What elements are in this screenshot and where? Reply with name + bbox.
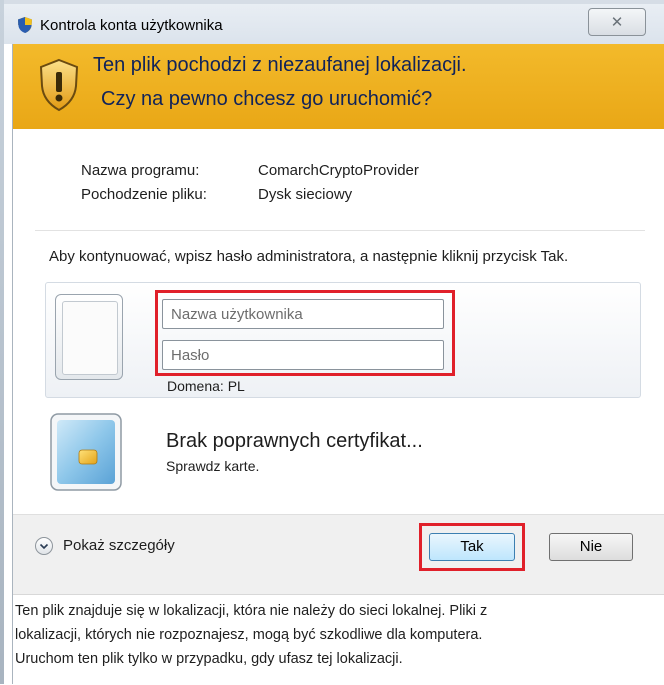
file-origin-value: Dysk sieciowy	[258, 186, 353, 203]
banner-question: Czy na pewno chcesz go uruchomić?	[101, 88, 433, 110]
note-line-3: Uruchom ten plik tylko w przypadku, gdy …	[15, 651, 403, 667]
banner-heading: Ten plik pochodzi z niezaufanej lokaliza…	[93, 54, 467, 76]
chevron-down-icon[interactable]	[35, 537, 53, 555]
instruction-text: Aby kontynuować, wpisz hasło administrat…	[49, 248, 569, 265]
program-name-value: ComarchCryptoProvider	[258, 162, 419, 179]
no-button[interactable]: Nie	[549, 533, 633, 561]
dialog-body: Ten plik pochodzi z niezaufanej lokaliza…	[12, 44, 664, 685]
highlight-credentials	[155, 290, 455, 376]
show-details-link[interactable]: Pokaż szczegóły	[63, 537, 175, 554]
domain-label: Domena: PL	[167, 378, 245, 394]
highlight-yes-button	[419, 523, 525, 571]
uac-shield-icon	[16, 16, 34, 34]
window-frame-left	[0, 0, 4, 684]
file-origin-label: Pochodzenie pliku:	[81, 186, 207, 203]
button-bar: Pokaż szczegóły Tak Nie	[13, 514, 664, 595]
close-button[interactable]: ✕	[588, 8, 646, 36]
window-title: Kontrola konta użytkownika	[40, 17, 223, 34]
note-line-2: lokalizacji, których nie rozpoznajesz, m…	[15, 627, 483, 643]
smart-card-hint: Sprawdz karte.	[166, 458, 260, 474]
program-name-label: Nazwa programu:	[81, 162, 200, 179]
smart-card-status: Brak poprawnych certyfikat...	[166, 430, 423, 452]
note-line-1: Ten plik znajduje się w lokalizacji, któ…	[15, 603, 488, 619]
location-warning-note: Ten plik znajduje się w lokalizacji, któ…	[13, 594, 664, 685]
separator	[35, 230, 645, 231]
title-bar[interactable]: Kontrola konta użytkownika ✕	[4, 4, 664, 44]
smart-card-icon[interactable]	[49, 412, 125, 494]
user-picture-frame	[62, 301, 118, 375]
warning-shield-icon	[37, 58, 81, 112]
user-tile[interactable]	[55, 294, 123, 380]
close-icon: ✕	[610, 14, 624, 31]
warning-banner: Ten plik pochodzi z niezaufanej lokaliza…	[13, 44, 664, 129]
